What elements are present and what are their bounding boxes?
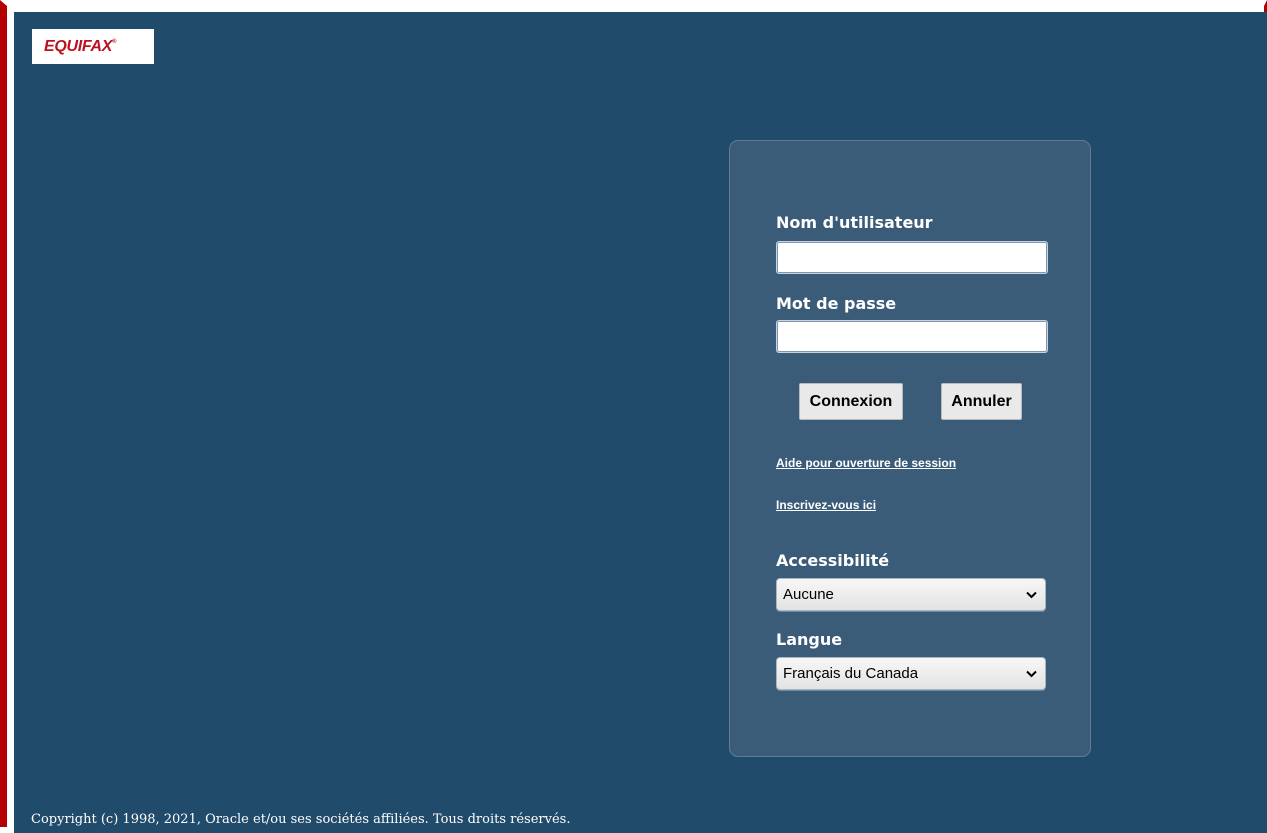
- logo-text: EQUIFAX®: [44, 37, 117, 55]
- language-select-value: Français du Canada: [783, 665, 919, 682]
- accessibility-select-value: Aucune: [783, 586, 834, 603]
- username-label: Nom d'utilisateur: [776, 213, 933, 232]
- login-page: EQUIFAX® Nom d'utilisateur Mot de passe …: [14, 12, 1267, 833]
- copyright-text: Copyright (c) 1998, 2021, Oracle et/ou s…: [31, 812, 571, 827]
- login-help-link[interactable]: Aide pour ouverture de session: [776, 456, 956, 470]
- connect-button[interactable]: Connexion: [799, 383, 903, 420]
- language-label: Langue: [776, 630, 843, 649]
- chevron-down-icon: [1025, 668, 1037, 680]
- password-label: Mot de passe: [776, 294, 897, 313]
- language-select[interactable]: Français du Canada: [776, 657, 1046, 690]
- login-panel: Nom d'utilisateur Mot de passe Connexion…: [729, 140, 1091, 757]
- registered-mark: ®: [112, 38, 117, 45]
- username-input[interactable]: [776, 241, 1048, 274]
- accessibility-label: Accessibilité: [776, 551, 890, 570]
- password-input[interactable]: [776, 320, 1048, 353]
- register-link[interactable]: Inscrivez-vous ici: [776, 498, 876, 512]
- chevron-down-icon: [1025, 589, 1037, 601]
- equifax-logo: EQUIFAX®: [32, 29, 154, 64]
- window-frame: EQUIFAX® Nom d'utilisateur Mot de passe …: [0, 0, 1267, 833]
- cancel-button[interactable]: Annuler: [941, 383, 1022, 420]
- accessibility-select[interactable]: Aucune: [776, 578, 1046, 611]
